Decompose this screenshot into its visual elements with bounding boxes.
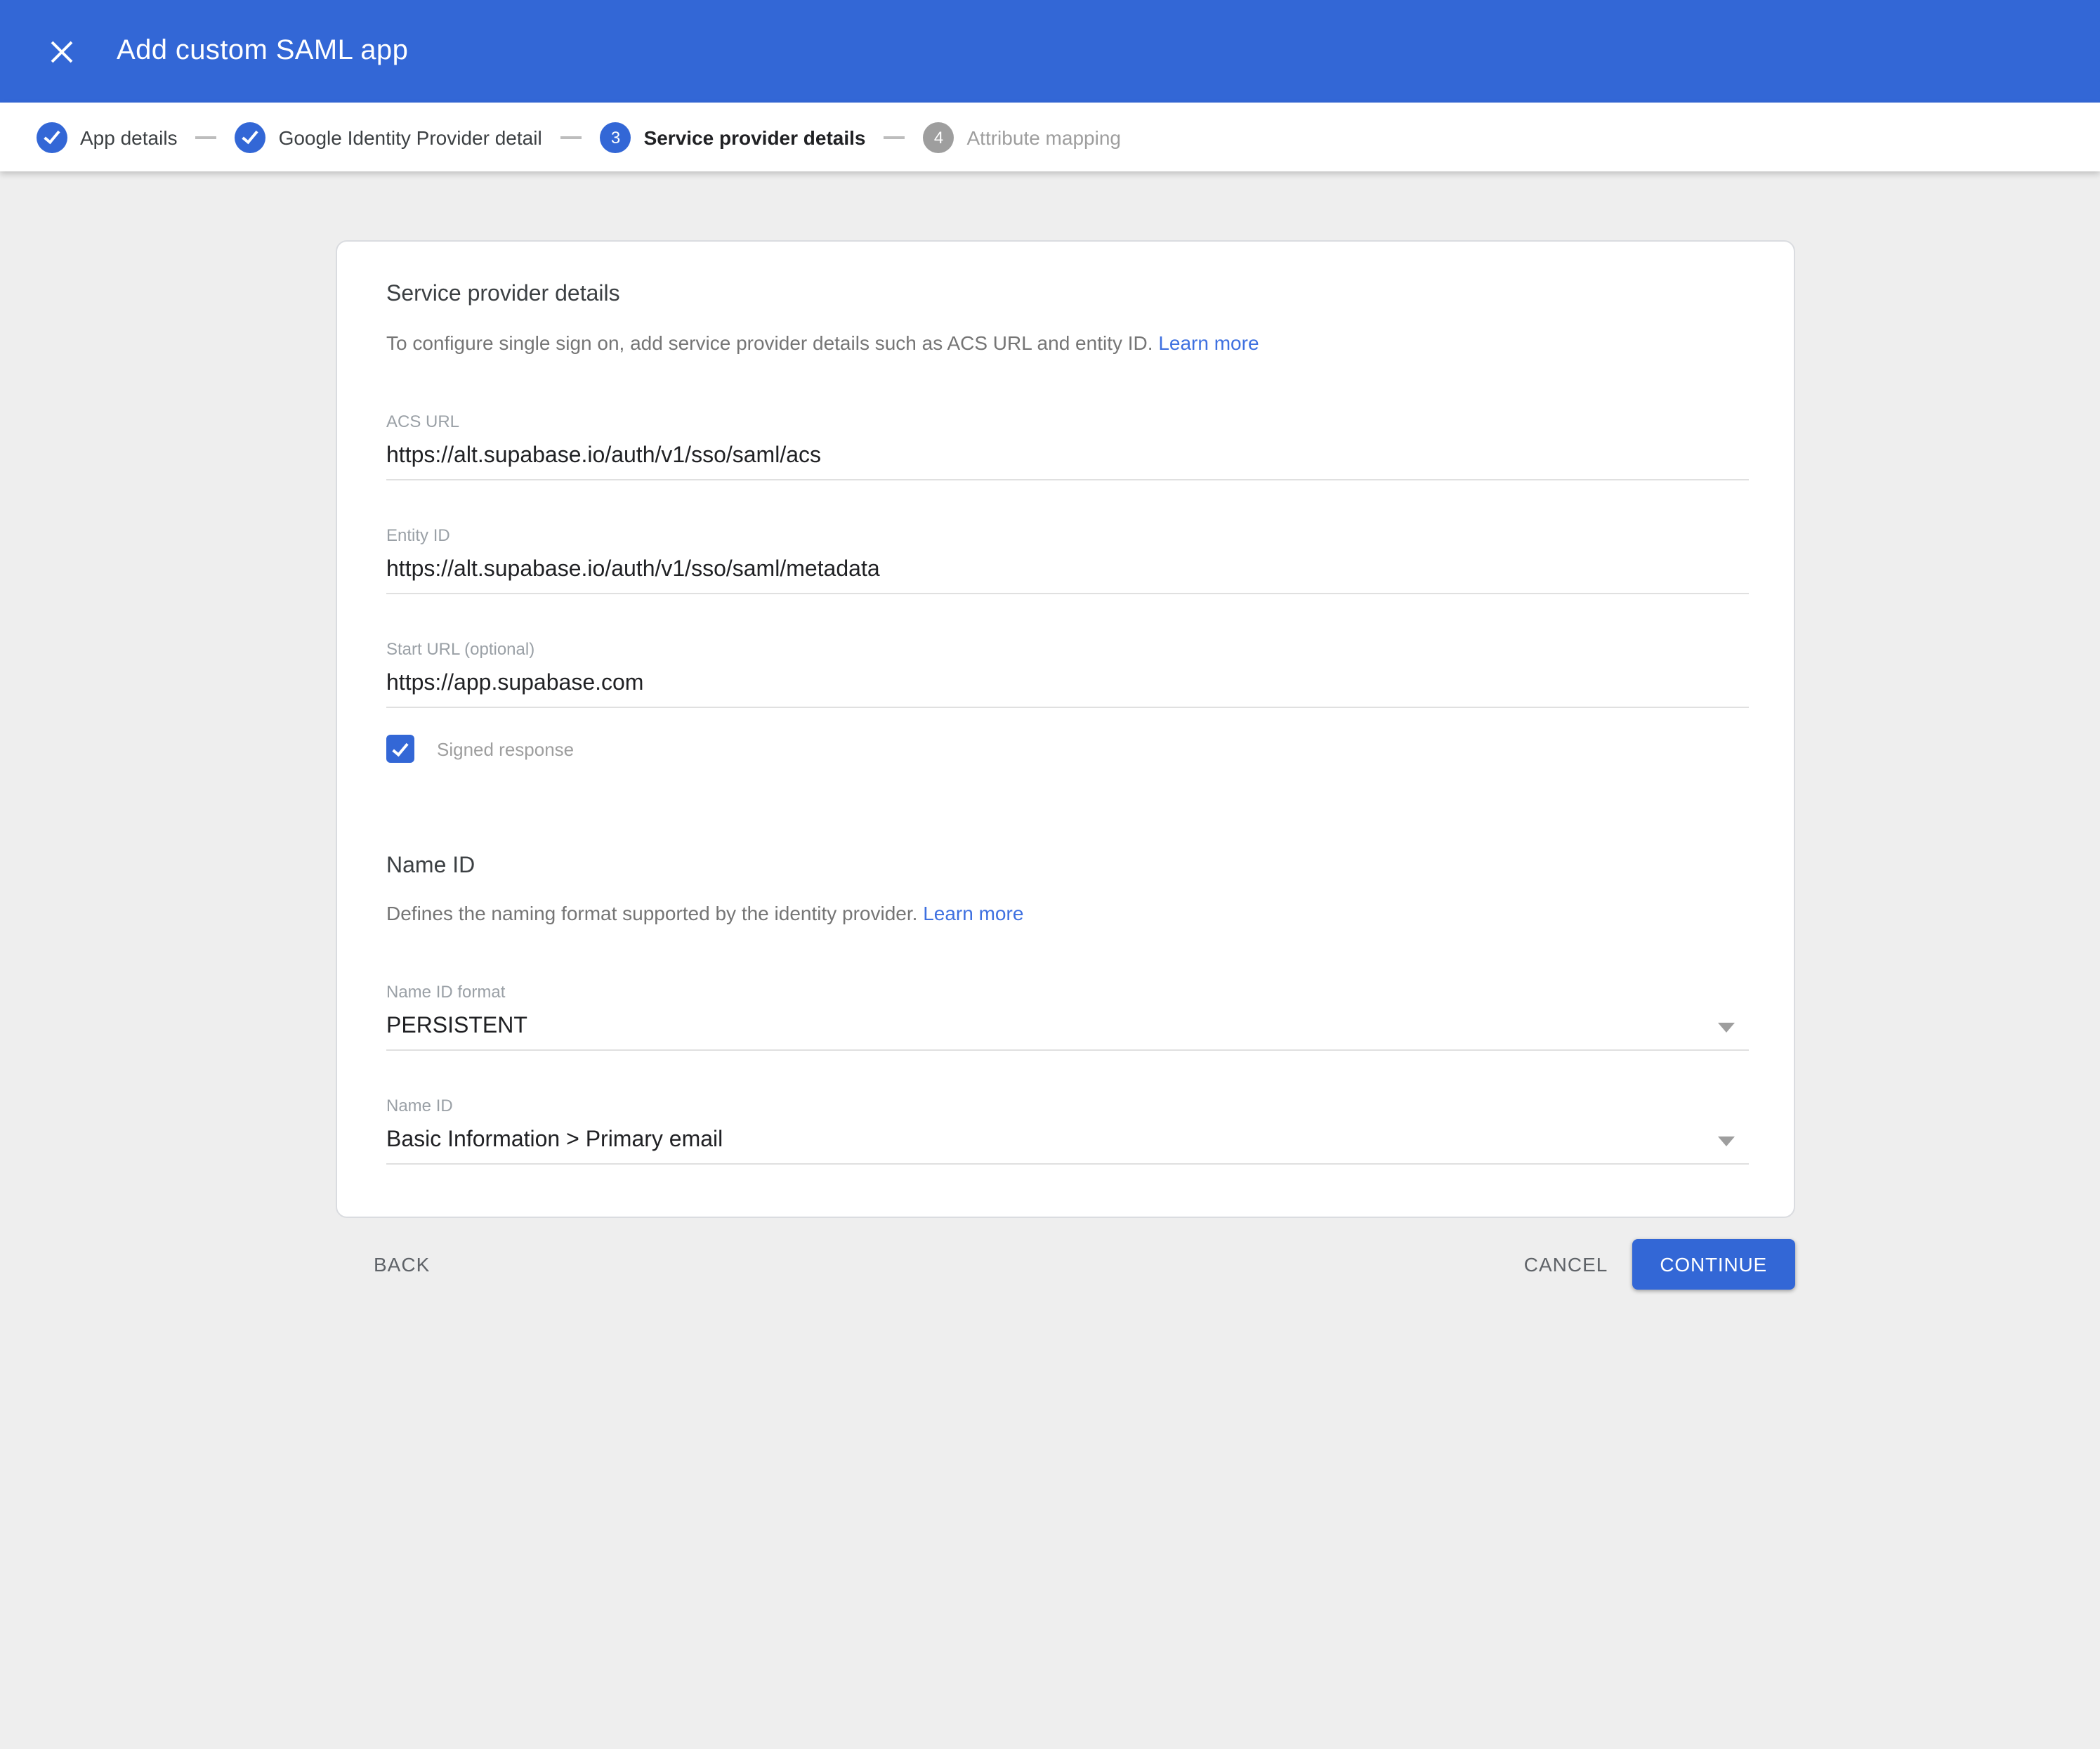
wizard-footer: BACK CANCEL CONTINUE [336, 1239, 1795, 1290]
step-connector [561, 136, 582, 138]
acs-url-field: ACS URL https://alt.supabase.io/auth/v1/… [386, 412, 1749, 480]
learn-more-link[interactable]: Learn more [1158, 332, 1259, 354]
back-button[interactable]: BACK [362, 1242, 441, 1287]
name-id-field: Name ID Basic Information > Primary emai… [386, 1096, 1749, 1165]
name-id-section-title: Name ID [386, 853, 1749, 879]
start-url-label: Start URL (optional) [386, 639, 1749, 659]
step-app-details[interactable]: App details [37, 122, 178, 152]
start-url-input[interactable]: https://app.supabase.com [386, 670, 1749, 708]
step-connector [884, 136, 905, 138]
name-id-section: Name ID Defines the naming format suppor… [386, 853, 1749, 1165]
name-id-format-field: Name ID format PERSISTENT [386, 982, 1749, 1051]
service-provider-details-card: Service provider details To configure si… [336, 240, 1795, 1218]
name-id-format-select[interactable]: PERSISTENT [386, 1013, 1749, 1051]
step-label: App details [80, 126, 178, 148]
entity-id-field: Entity ID https://alt.supabase.io/auth/v… [386, 525, 1749, 594]
checkmark-icon [392, 739, 408, 756]
close-icon [51, 40, 73, 63]
dropdown-arrow-icon [1718, 1023, 1735, 1033]
name-id-format-label: Name ID format [386, 982, 1749, 1002]
step-label: Service provider details [644, 126, 866, 148]
step-number-badge: 3 [601, 122, 631, 152]
card-description-text: To configure single sign on, add service… [386, 332, 1153, 354]
entity-id-label: Entity ID [386, 525, 1749, 545]
start-url-field: Start URL (optional) https://app.supabas… [386, 639, 1749, 708]
name-id-label: Name ID [386, 1096, 1749, 1115]
signed-response-checkbox[interactable] [386, 735, 414, 763]
name-id-format-value: PERSISTENT [386, 1014, 527, 1038]
step-service-provider-details[interactable]: 3 Service provider details [601, 122, 866, 152]
acs-url-label: ACS URL [386, 412, 1749, 431]
step-google-idp-details[interactable]: Google Identity Provider details [235, 122, 543, 152]
signed-response-label: Signed response [437, 738, 574, 759]
step-complete-check-icon [235, 122, 266, 152]
continue-button[interactable]: CONTINUE [1632, 1239, 1795, 1290]
acs-url-input[interactable]: https://alt.supabase.io/auth/v1/sso/saml… [386, 443, 1749, 480]
name-id-description-text: Defines the naming format supported by t… [386, 902, 917, 924]
entity-id-input[interactable]: https://alt.supabase.io/auth/v1/sso/saml… [386, 556, 1749, 594]
name-id-select[interactable]: Basic Information > Primary email [386, 1127, 1749, 1165]
name-id-description: Defines the naming format supported by t… [386, 899, 1749, 927]
close-button[interactable] [42, 32, 81, 71]
step-label: Google Identity Provider details [279, 126, 543, 148]
dropdown-arrow-icon [1718, 1136, 1735, 1146]
cancel-button[interactable]: CANCEL [1513, 1242, 1620, 1287]
page-title: Add custom SAML app [117, 35, 408, 67]
card-description: To configure single sign on, add service… [386, 329, 1749, 357]
wizard-stepper: App details Google Identity Provider det… [0, 103, 2100, 171]
name-id-value: Basic Information > Primary email [386, 1128, 723, 1152]
step-label: Attribute mapping [967, 126, 1121, 148]
learn-more-link[interactable]: Learn more [923, 902, 1023, 924]
signed-response-row: Signed response [386, 735, 1749, 763]
step-attribute-mapping[interactable]: 4 Attribute mapping [924, 122, 1121, 152]
card-title: Service provider details [386, 281, 1749, 308]
step-number-badge: 4 [924, 122, 954, 152]
step-complete-check-icon [37, 122, 67, 152]
page: Add custom SAML app App details Google I… [0, 0, 2100, 1749]
step-connector [196, 136, 217, 138]
app-bar: Add custom SAML app [0, 0, 2100, 103]
